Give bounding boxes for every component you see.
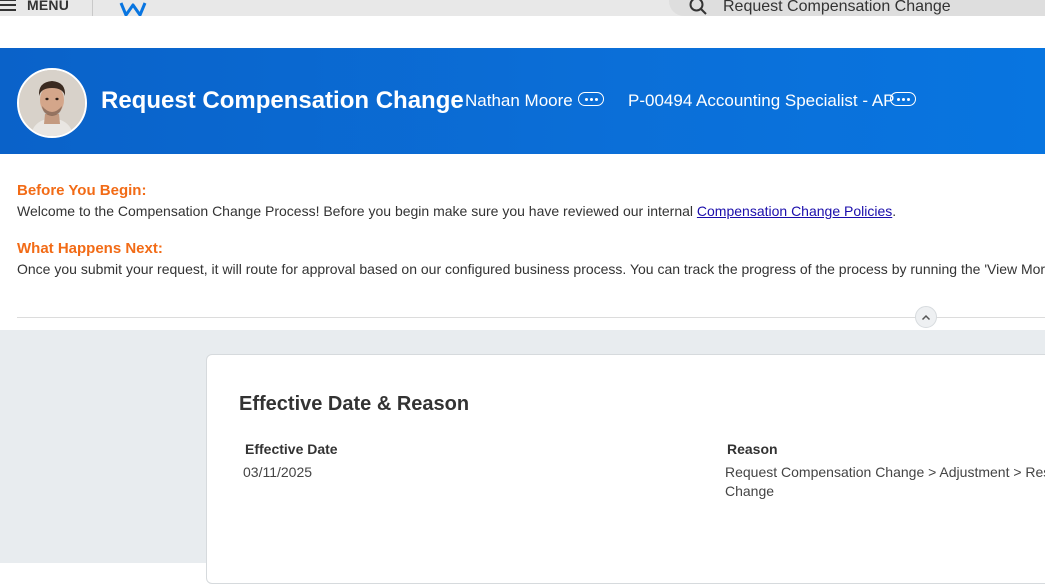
worker-name-link[interactable]: Nathan Moore — [465, 91, 573, 111]
card-title: Effective Date & Reason — [239, 393, 470, 415]
before-suffix: . — [892, 203, 897, 219]
position-related-actions-ellipsis-icon[interactable] — [890, 92, 916, 106]
divider — [17, 317, 1045, 318]
reason-value: Request Compensation Change > Adjustment… — [725, 463, 1045, 501]
effective-date-value: 03/11/2025 — [243, 464, 313, 480]
what-happens-next-text: Once you submit your request, it will ro… — [17, 261, 1045, 277]
before-you-begin-text: Welcome to the Compensation Change Proce… — [17, 203, 896, 219]
chevron-up-icon — [921, 314, 931, 320]
worker-photo-icon — [19, 70, 85, 136]
divider — [92, 0, 93, 16]
before-you-begin-heading: Before You Begin: — [17, 182, 147, 199]
avatar[interactable] — [17, 68, 87, 138]
search-bar[interactable]: Request Compensation Change — [669, 0, 1045, 16]
workday-logo-icon[interactable] — [118, 0, 148, 16]
effective-date-label: Effective Date — [245, 441, 338, 457]
reason-value-line: Change — [725, 483, 775, 499]
effective-date-reason-card: Effective Date & Reason Effective Date 0… — [206, 354, 1045, 584]
menu-button[interactable]: MENU — [0, 0, 69, 16]
collapse-button[interactable] — [915, 306, 937, 328]
before-text: Welcome to the Compensation Change Proce… — [17, 203, 697, 219]
search-query: Request Compensation Change — [723, 0, 951, 15]
content-area: Effective Date & Reason Effective Date 0… — [0, 330, 1045, 584]
hamburger-icon — [0, 0, 16, 11]
search-icon — [689, 0, 707, 15]
position-link[interactable]: P-00494 Accounting Specialist - AP — [628, 91, 895, 111]
reason-value-line: Request Compensation Change > Adjustment… — [725, 464, 1045, 480]
menu-label: MENU — [27, 0, 70, 13]
top-app-bar: MENU Request Compensation Change — [0, 0, 1045, 16]
worker-related-actions-ellipsis-icon[interactable] — [578, 92, 604, 106]
reason-label: Reason — [727, 441, 778, 457]
compensation-policies-link[interactable]: Compensation Change Policies — [697, 203, 892, 219]
page-title: Request Compensation Change — [101, 87, 464, 114]
page-header: Request Compensation Change Nathan Moore… — [0, 48, 1045, 154]
what-happens-next-heading: What Happens Next: — [17, 240, 163, 257]
